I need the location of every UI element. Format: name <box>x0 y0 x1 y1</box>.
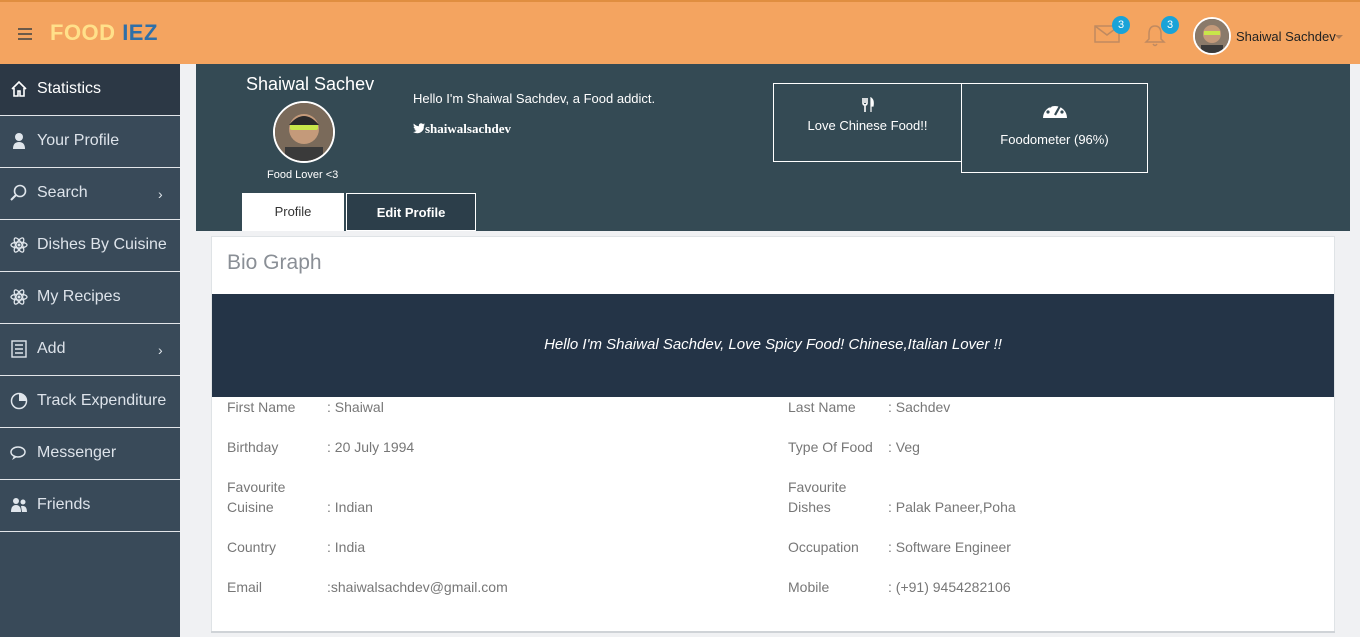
sidebar-item-label: Statistics <box>37 80 102 97</box>
notification-button[interactable]: 3 <box>1143 16 1179 47</box>
notification-badge: 3 <box>1161 16 1179 34</box>
field-label: Favourite <box>788 479 847 495</box>
card-label: Love Chinese Food!! <box>807 118 928 133</box>
sidebar-item-search[interactable]: Search › <box>0 168 180 220</box>
chevron-right-icon: › <box>158 342 163 358</box>
field-label: Dishes <box>788 499 831 515</box>
mail-button[interactable]: 3 <box>1094 16 1130 46</box>
profile-tagline: Food Lover <3 <box>267 169 339 181</box>
field-value: : India <box>327 539 366 555</box>
field-value: : (+91) 9454282106 <box>888 579 1011 595</box>
field-label: Country <box>227 539 277 555</box>
field-label: Favourite <box>227 479 286 495</box>
list-icon <box>10 340 28 358</box>
sidebar: Statistics Your Profile Search › Dishes … <box>0 64 180 637</box>
profile-name: Shaiwal Sachev <box>246 74 375 94</box>
sidebar-item-your-profile[interactable]: Your Profile <box>0 116 180 168</box>
mail-badge: 3 <box>1112 16 1130 34</box>
chevron-down-icon[interactable] <box>1335 35 1343 39</box>
sidebar-item-my-recipes[interactable]: My Recipes <box>0 272 180 324</box>
field-value: : 20 July 1994 <box>327 439 415 455</box>
top-bar: FOOD IEZ 3 3 Shaiwal Sachdev <box>0 0 1360 64</box>
sidebar-item-dishes-by-cuisine[interactable]: Dishes By Cuisine <box>0 220 180 272</box>
field-value: : Sachdev <box>888 399 951 415</box>
sidebar-item-track-expenditure[interactable]: Track Expenditure <box>0 376 180 428</box>
panel-divider <box>211 631 1335 633</box>
field-label: Type Of Food <box>788 439 873 455</box>
bio-banner-text: Hello I'm Shaiwal Sachdev, Love Spicy Fo… <box>544 336 1002 353</box>
user-icon <box>10 132 28 150</box>
sidebar-item-label: Messenger <box>37 444 117 461</box>
field-label: First Name <box>227 399 296 415</box>
field-label: Mobile <box>788 579 830 595</box>
sidebar-item-add[interactable]: Add › <box>0 324 180 376</box>
field-label: Last Name <box>788 399 856 415</box>
bio-banner: Hello I'm Shaiwal Sachdev, Love Spicy Fo… <box>212 294 1334 397</box>
brand-part1: FOOD <box>50 20 116 45</box>
field-value: :shaiwalsachdev@gmail.com <box>327 579 508 595</box>
sidebar-item-label: Add <box>37 340 66 357</box>
tab-profile[interactable]: Profile <box>242 193 344 231</box>
sidebar-item-statistics[interactable]: Statistics <box>0 64 180 116</box>
profile-picture <box>273 101 335 163</box>
main-content: Shaiwal Sachev Food Lover <3 Hello I'm S… <box>180 64 1360 637</box>
user-avatar[interactable] <box>1193 17 1231 55</box>
field-label: Cuisine <box>227 499 274 515</box>
field-label: Occupation <box>788 539 859 555</box>
cutlery-icon <box>861 97 874 112</box>
search-icon <box>10 184 28 202</box>
foodometer-card: Foodometer (96%) <box>961 83 1148 173</box>
chevron-right-icon: › <box>158 186 163 202</box>
field-label: Birthday <box>227 439 279 455</box>
sidebar-item-label: Dishes By Cuisine <box>37 236 167 253</box>
profile-header: Shaiwal Sachev Food Lover <3 Hello I'm S… <box>196 64 1350 231</box>
avatar-image <box>1195 19 1229 53</box>
hamburger-menu-icon[interactable] <box>18 28 32 43</box>
atom-icon <box>10 288 28 306</box>
love-chinese-food-card: Love Chinese Food!! <box>773 83 962 162</box>
panel-title: Bio Graph <box>227 251 322 274</box>
card-label: Foodometer (96%) <box>1000 132 1109 147</box>
twitter-icon <box>413 123 425 134</box>
twitter-link[interactable]: shaiwalsachdev <box>413 121 511 137</box>
brand-part2: IEZ <box>122 20 158 45</box>
field-value: : Veg <box>888 439 920 455</box>
field-value: : Shaiwal <box>327 399 384 415</box>
twitter-handle: shaiwalsachdev <box>425 121 511 136</box>
sidebar-item-friends[interactable]: Friends <box>0 480 180 532</box>
brand-logo[interactable]: FOOD IEZ <box>50 20 158 46</box>
user-name[interactable]: Shaiwal Sachdev <box>1236 29 1336 44</box>
field-label: Email <box>227 579 263 595</box>
sidebar-item-label: Track Expenditure <box>37 392 167 409</box>
bio-graph-panel: Bio Graph Hello I'm Shaiwal Sachdev, Lov… <box>211 236 1335 632</box>
sidebar-item-messenger[interactable]: Messenger <box>0 428 180 480</box>
home-icon <box>10 80 28 98</box>
chat-icon <box>10 444 28 462</box>
field-value: : Software Engineer <box>888 539 1011 555</box>
field-value: : Palak Paneer,Poha <box>888 499 1016 515</box>
sidebar-item-label: My Recipes <box>37 288 121 305</box>
users-icon <box>10 496 28 514</box>
tab-edit-profile[interactable]: Edit Profile <box>346 193 476 231</box>
profile-bio: Hello I'm Shaiwal Sachdev, a Food addict… <box>413 91 656 106</box>
dashboard-gauge-icon <box>1042 101 1067 118</box>
field-value: : Indian <box>327 499 373 515</box>
pie-chart-icon <box>10 392 28 410</box>
atom-icon <box>10 236 28 254</box>
sidebar-item-label: Search <box>37 184 88 201</box>
sidebar-item-label: Friends <box>37 496 91 513</box>
sidebar-item-label: Your Profile <box>37 132 120 149</box>
